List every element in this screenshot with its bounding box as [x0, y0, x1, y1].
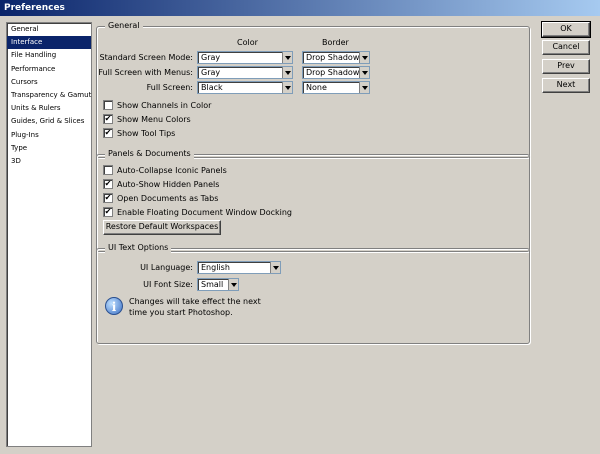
- sidebar-item-plug-ins[interactable]: Plug-Ins: [7, 129, 91, 142]
- ui-language-select[interactable]: English: [197, 261, 281, 274]
- standard-screen-border-select[interactable]: Drop Shadow: [302, 51, 370, 64]
- checkbox-box[interactable]: ✔: [103, 207, 113, 217]
- enable-floating-document-docking-checkbox[interactable]: ✔ Enable Floating Document Window Dockin…: [103, 206, 292, 218]
- checkbox-label: Show Menu Colors: [117, 114, 191, 124]
- general-group-title: General: [105, 21, 143, 31]
- standard-screen-mode-label: Standard Screen Mode:: [99, 53, 193, 62]
- full-screen-border-value: None: [306, 83, 327, 92]
- full-screen-menus-label: Full Screen with Menus:: [98, 68, 193, 77]
- checkbox-label: Show Channels in Color: [117, 100, 212, 110]
- chevron-down-icon[interactable]: [282, 52, 292, 63]
- chevron-down-icon[interactable]: [228, 279, 238, 290]
- sidebar-item-3d[interactable]: 3D: [7, 155, 91, 168]
- sidebar-item-transparency-gamut[interactable]: Transparency & Gamut: [7, 89, 91, 102]
- panels-documents-group: Panels & Documents Auto-Collapse Iconic …: [96, 149, 530, 252]
- sidebar-item-general[interactable]: General: [7, 23, 91, 36]
- checkbox-label: Auto-Collapse Iconic Panels: [117, 165, 227, 175]
- full-screen-border-select[interactable]: None: [302, 81, 370, 94]
- ui-font-size-label: UI Font Size:: [143, 280, 193, 289]
- category-list[interactable]: General Interface File Handling Performa…: [6, 22, 92, 447]
- window-title: Preferences: [4, 3, 65, 13]
- checkmark-icon: ✔: [104, 128, 112, 137]
- auto-show-hidden-panels-checkbox[interactable]: ✔ Auto-Show Hidden Panels: [103, 178, 219, 190]
- info-icon: i: [105, 297, 123, 315]
- sidebar-item-units-rulers[interactable]: Units & Rulers: [7, 102, 91, 115]
- standard-screen-color-select[interactable]: Gray: [197, 51, 293, 64]
- panels-documents-group-title: Panels & Documents: [105, 149, 194, 159]
- show-channels-in-color-checkbox[interactable]: Show Channels in Color: [103, 99, 211, 111]
- preferences-window: General Interface File Handling Performa…: [0, 16, 600, 454]
- checkbox-label: Open Documents as Tabs: [117, 193, 219, 203]
- checkbox-box[interactable]: ✔: [103, 179, 113, 189]
- chevron-down-icon[interactable]: [359, 67, 369, 78]
- sidebar-item-interface[interactable]: Interface: [7, 36, 91, 50]
- checkmark-icon: ✔: [104, 114, 112, 123]
- title-bar: Preferences: [0, 0, 600, 16]
- restore-default-workspaces-button[interactable]: Restore Default Workspaces: [103, 220, 221, 235]
- color-column-header: Color: [237, 38, 258, 47]
- full-screen-menus-color-value: Gray: [201, 68, 221, 77]
- full-screen-color-select[interactable]: Black: [197, 81, 293, 94]
- sidebar-item-performance[interactable]: Performance: [7, 63, 91, 76]
- sidebar-item-type[interactable]: Type: [7, 142, 91, 155]
- checkmark-icon: ✔: [104, 193, 112, 202]
- checkbox-box[interactable]: [103, 100, 113, 110]
- chevron-down-icon[interactable]: [270, 262, 280, 273]
- show-menu-colors-checkbox[interactable]: ✔ Show Menu Colors: [103, 113, 191, 125]
- checkbox-label: Show Tool Tips: [117, 128, 176, 138]
- standard-screen-color-value: Gray: [201, 53, 221, 62]
- prev-button[interactable]: Prev: [542, 59, 590, 74]
- sidebar-item-guides-grid-slices[interactable]: Guides, Grid & Slices: [7, 115, 91, 128]
- sidebar-item-file-handling[interactable]: File Handling: [7, 49, 91, 62]
- ui-text-options-group-title: UI Text Options: [105, 243, 172, 253]
- sidebar-item-cursors[interactable]: Cursors: [7, 76, 91, 89]
- checkbox-box[interactable]: ✔: [103, 128, 113, 138]
- chevron-down-icon[interactable]: [359, 82, 369, 93]
- ui-text-options-group: UI Text Options UI Language: English UI …: [96, 243, 530, 344]
- chevron-down-icon[interactable]: [282, 67, 292, 78]
- ui-language-value: English: [201, 263, 230, 272]
- ok-button[interactable]: OK: [541, 21, 591, 38]
- border-column-header: Border: [322, 38, 349, 47]
- auto-collapse-iconic-panels-checkbox[interactable]: Auto-Collapse Iconic Panels: [103, 164, 227, 176]
- info-message-line2: time you start Photoshop.: [129, 308, 233, 317]
- ui-font-size-value: Small: [201, 280, 224, 289]
- show-tool-tips-checkbox[interactable]: ✔ Show Tool Tips: [103, 127, 175, 139]
- general-group: General Color Border Standard Screen Mod…: [96, 21, 530, 158]
- full-screen-menus-border-value: Drop Shadow: [306, 68, 360, 77]
- ui-language-label: UI Language:: [140, 263, 193, 272]
- cancel-button[interactable]: Cancel: [542, 40, 590, 55]
- chevron-down-icon[interactable]: [359, 52, 369, 63]
- checkbox-box[interactable]: ✔: [103, 114, 113, 124]
- checkbox-box[interactable]: ✔: [103, 193, 113, 203]
- checkbox-label: Enable Floating Document Window Docking: [117, 207, 292, 217]
- checkmark-icon: ✔: [104, 207, 112, 216]
- full-screen-menus-border-select[interactable]: Drop Shadow: [302, 66, 370, 79]
- standard-screen-border-value: Drop Shadow: [306, 53, 360, 62]
- full-screen-color-value: Black: [201, 83, 223, 92]
- next-button[interactable]: Next: [542, 78, 590, 93]
- full-screen-menus-color-select[interactable]: Gray: [197, 66, 293, 79]
- ui-font-size-select[interactable]: Small: [197, 278, 239, 291]
- checkbox-label: Auto-Show Hidden Panels: [117, 179, 220, 189]
- chevron-down-icon[interactable]: [282, 82, 292, 93]
- full-screen-label: Full Screen:: [146, 83, 193, 92]
- checkbox-box[interactable]: [103, 165, 113, 175]
- open-documents-as-tabs-checkbox[interactable]: ✔ Open Documents as Tabs: [103, 192, 218, 204]
- checkmark-icon: ✔: [104, 179, 112, 188]
